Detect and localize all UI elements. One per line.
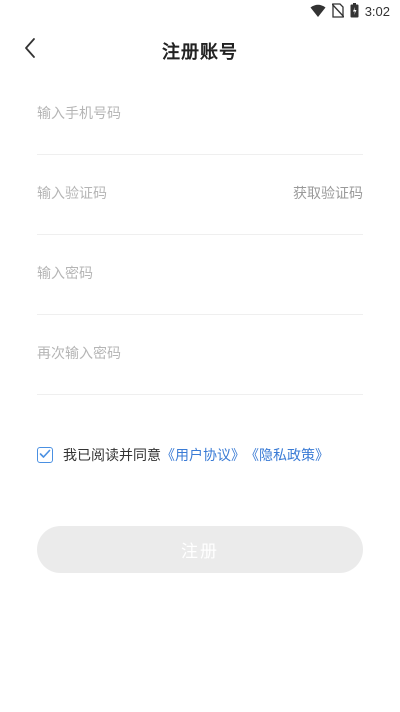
status-icons: 3:02 [310, 2, 390, 22]
get-code-button[interactable]: 获取验证码 [293, 154, 363, 234]
battery-icon [350, 2, 359, 22]
agreement-text: 我已阅读并同意 [63, 448, 161, 464]
phone-input[interactable] [37, 74, 257, 154]
wifi-icon [310, 3, 326, 22]
header: 注册账号 [0, 28, 400, 72]
checkmark-icon [39, 447, 51, 463]
password-input[interactable] [37, 234, 257, 314]
confirm-password-input[interactable] [37, 314, 257, 394]
phone-field-row [37, 74, 363, 155]
privacy-policy-link[interactable]: 《隐私政策》 [245, 445, 329, 465]
status-time: 3:02 [364, 4, 390, 19]
agreement-checkbox[interactable] [37, 447, 53, 463]
verification-code-input[interactable] [37, 154, 257, 234]
no-sim-icon [331, 2, 345, 22]
confirm-password-field-row [37, 314, 363, 395]
agreement-row: 我已阅读并同意 《用户协议》 《隐私政策》 [37, 444, 329, 466]
password-field-row [37, 234, 363, 315]
status-bar: 3:02 [0, 0, 400, 24]
page-title: 注册账号 [162, 42, 238, 63]
code-field-row: 获取验证码 [37, 154, 363, 235]
register-button[interactable]: 注册 [37, 526, 363, 573]
user-agreement-link[interactable]: 《用户协议》 [161, 445, 245, 465]
